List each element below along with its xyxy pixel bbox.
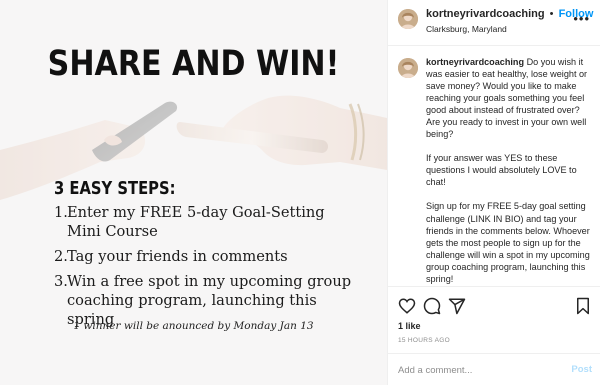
caption-paragraph: If your answer was YES to these question… <box>426 153 577 188</box>
caption-body: Do you wish it was easier to eat healthy… <box>426 57 588 140</box>
heart-icon[interactable] <box>398 297 416 315</box>
caption-paragraph: Sign up for my FREE 5-day goal setting c… <box>426 201 590 284</box>
caption-section: kortneyrivardcoaching Do you wish it was… <box>388 46 600 286</box>
avatar-photo <box>398 9 418 29</box>
avatar-photo <box>398 58 418 78</box>
post-header: kortneyrivardcoaching • Follow Clarksbur… <box>388 0 600 46</box>
steps-list: 1. Enter my FREE 5-day Goal-Setting Mini… <box>54 203 354 335</box>
step-text: Tag your friends in comments <box>67 248 288 265</box>
image-footnote: 1 winner will be anounced by Monday Jan … <box>73 320 314 332</box>
avatar[interactable] <box>398 9 418 29</box>
step-number: 2. <box>54 248 68 265</box>
instagram-post-modal: SHARE AND WIN! 3 EASY STEPS: 1. Enter my… <box>0 0 600 385</box>
avatar[interactable] <box>398 58 418 78</box>
bookmark-icon[interactable] <box>574 297 592 315</box>
steps-heading: 3 EASY STEPS: <box>54 178 176 199</box>
step-item: 2. Tag your friends in comments <box>54 247 354 266</box>
post-timestamp: 15 HOURS AGO <box>398 337 451 344</box>
share-icon[interactable] <box>448 297 466 315</box>
post-image: SHARE AND WIN! 3 EASY STEPS: 1. Enter my… <box>0 0 387 385</box>
post-sidebar: kortneyrivardcoaching • Follow Clarksbur… <box>387 0 600 385</box>
caption-username[interactable]: kortneyrivardcoaching <box>426 57 524 67</box>
actions-bar: 1 like 15 HOURS AGO Post <box>388 286 600 386</box>
image-title: SHARE AND WIN! <box>47 44 340 84</box>
header-username[interactable]: kortneyrivardcoaching <box>426 8 545 20</box>
comment-input[interactable] <box>398 362 558 378</box>
step-item: 1. Enter my FREE 5-day Goal-Setting Mini… <box>54 203 354 241</box>
more-horizontal-icon[interactable]: ••• <box>573 11 590 26</box>
step-number: 1. <box>54 204 68 221</box>
separator-dot: • <box>549 8 554 20</box>
likes-count[interactable]: 1 like <box>398 321 421 331</box>
comment-icon[interactable] <box>423 297 441 315</box>
caption-paragraph: kortneyrivardcoaching Do you wish it was… <box>426 56 594 140</box>
comment-box: Post <box>388 353 600 386</box>
post-button[interactable]: Post <box>571 364 592 375</box>
caption-text: kortneyrivardcoaching Do you wish it was… <box>426 56 594 297</box>
location-link[interactable]: Clarksburg, Maryland <box>426 24 507 34</box>
header-user-line: kortneyrivardcoaching • Follow <box>426 8 593 20</box>
step-text: Enter my FREE 5-day Goal-Setting Mini Co… <box>67 204 325 240</box>
